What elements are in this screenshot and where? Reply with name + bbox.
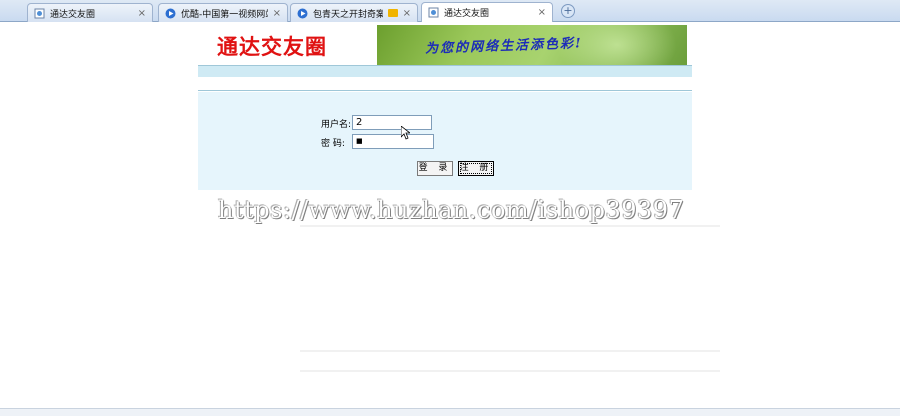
nav-divider — [198, 77, 692, 91]
site-banner: 通达交友圈 为您的网络生活添色彩! — [198, 25, 687, 65]
username-label: 用户名: — [321, 120, 352, 130]
page-icon — [428, 7, 439, 18]
close-icon[interactable]: × — [538, 7, 546, 18]
mouse-cursor-icon — [401, 126, 410, 140]
tab-3[interactable]: 包青天之开封奇案 21... × — [290, 3, 418, 22]
banner-image: 为您的网络生活添色彩! — [377, 25, 687, 65]
banner-slogan: 为您的网络生活添色彩! — [424, 36, 584, 57]
new-tab-button[interactable]: + — [561, 4, 575, 18]
tab-title: 通达交友圈 — [50, 9, 96, 20]
nav-bar — [198, 65, 692, 77]
tab-title: 通达交友圈 — [444, 9, 490, 19]
password-input[interactable]: ■ — [352, 134, 434, 149]
close-icon[interactable]: × — [403, 8, 411, 19]
login-button[interactable]: 登 录 — [417, 161, 453, 176]
tab-title: 优酷-中国第一视频网站,... — [181, 9, 268, 20]
close-icon[interactable]: × — [138, 8, 146, 19]
browser-tab-strip: 通达交友圈 × 优酷-中国第一视频网站,... × 包青天之开封奇案 21...… — [0, 0, 900, 22]
tab-title: 包青天之开封奇案 21... — [313, 9, 383, 20]
tab-4[interactable]: 通达交友圈 × — [421, 2, 553, 22]
site-logo: 通达交友圈 — [217, 34, 327, 59]
background-panel — [300, 350, 720, 352]
status-bar — [0, 408, 900, 416]
username-input[interactable]: 2 — [352, 115, 432, 130]
tab-1[interactable]: 通达交友圈 × — [27, 3, 153, 22]
page-icon — [34, 8, 45, 18]
tab-2[interactable]: 优酷-中国第一视频网站,... × — [158, 3, 288, 22]
register-button[interactable]: 注 册 — [458, 161, 494, 176]
video-icon — [297, 8, 308, 18]
password-label: 密 码: — [321, 139, 345, 149]
close-icon[interactable]: × — [273, 8, 281, 19]
watermark-text: https://www.huzhan.com/ishop39397 — [218, 196, 685, 224]
video-icon — [165, 8, 176, 18]
background-panel — [300, 370, 720, 372]
background-panel — [300, 225, 720, 227]
folder-icon — [387, 9, 398, 17]
